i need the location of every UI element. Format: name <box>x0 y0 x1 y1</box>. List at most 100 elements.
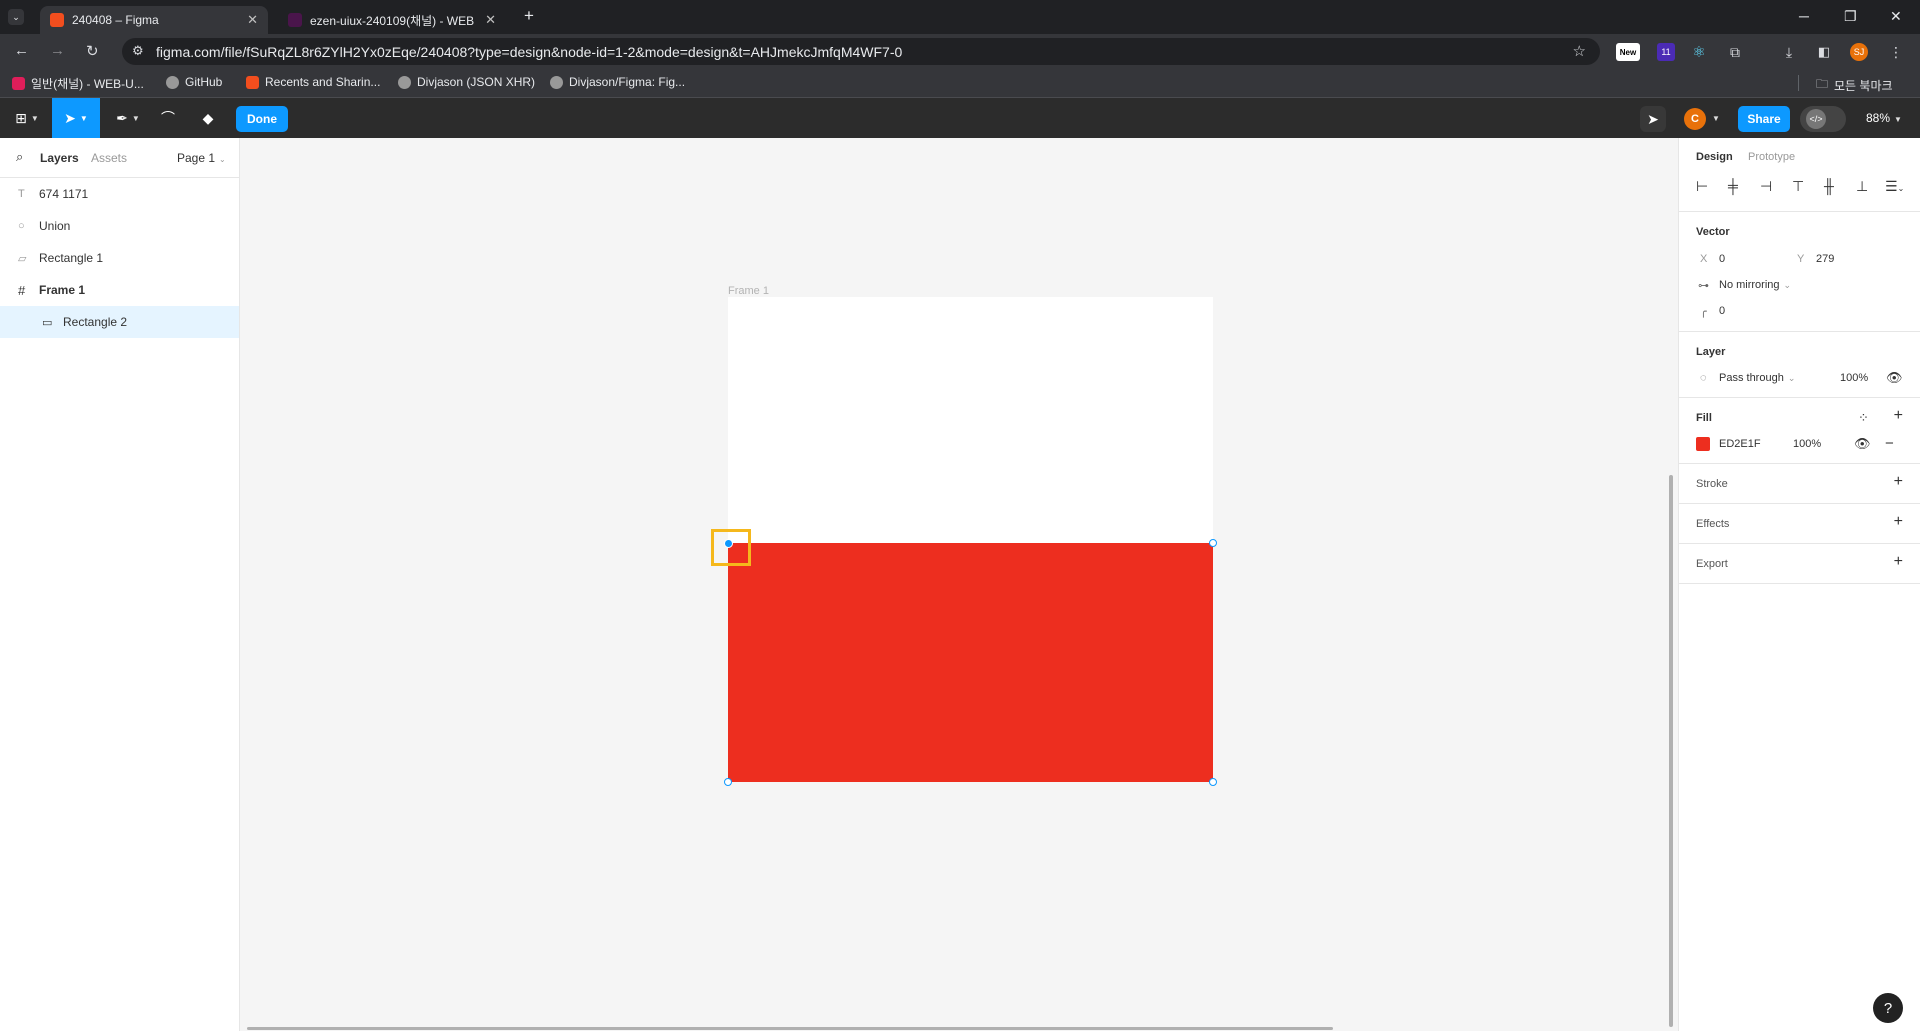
extensions-puzzle-icon[interactable]: ⧉ <box>1726 43 1744 61</box>
fill-hex-input[interactable]: ED2E1F <box>1719 438 1761 450</box>
main-menu-button[interactable]: ⊞ ▼ <box>10 98 44 138</box>
layer-row[interactable]: ○ Union <box>0 210 239 242</box>
minimize-icon[interactable]: ─ <box>1799 8 1809 24</box>
add-fill-icon[interactable]: + <box>1894 407 1903 425</box>
bookmark-item[interactable]: 일반(채널) - WEB-U... <box>12 75 144 92</box>
chevron-down-icon[interactable]: ▼ <box>1710 98 1722 138</box>
side-panel-icon[interactable]: ◧ <box>1815 43 1833 61</box>
mirroring-dropdown[interactable]: No mirroring ⌄ <box>1719 279 1791 291</box>
extension-new-icon[interactable]: New <box>1616 43 1640 61</box>
bookmark-item[interactable]: Recents and Sharin... <box>246 75 380 89</box>
mirroring-icon: ⊶ <box>1698 280 1709 292</box>
search-icon[interactable]: ⌕ <box>16 149 23 165</box>
bookmark-label: Recents and Sharin... <box>265 75 381 89</box>
tab-search-icon[interactable]: ⌄ <box>8 9 24 25</box>
horizontal-scrollbar[interactable] <box>247 1027 1333 1030</box>
alignment-row: ⊢ ╪ ⊣ ⊤ ╫ ⊥ ☰⌄ <box>1679 178 1920 212</box>
dev-mode-toggle[interactable]: </> <box>1800 106 1846 132</box>
chevron-down-icon: ▼ <box>131 113 140 123</box>
all-bookmarks-label: 모든 북마크 <box>1834 79 1893 93</box>
close-tab-icon[interactable]: ✕ <box>247 12 258 28</box>
align-right-icon[interactable]: ⊣ <box>1760 178 1772 195</box>
forward-icon[interactable]: → <box>50 42 65 59</box>
profile-avatar[interactable]: SJ <box>1850 43 1868 61</box>
bookmark-star-icon[interactable]: ☆ <box>1573 42 1586 60</box>
add-effect-icon[interactable]: + <box>1894 513 1903 531</box>
tab-design[interactable]: Design <box>1696 151 1733 163</box>
align-left-icon[interactable]: ⊢ <box>1696 178 1708 195</box>
x-input[interactable]: 0 <box>1719 253 1725 265</box>
tab-assets[interactable]: Assets <box>91 151 127 165</box>
restore-icon[interactable]: ❐ <box>1844 8 1857 25</box>
download-icon[interactable]: ⤓ <box>1780 43 1798 61</box>
back-icon[interactable]: ← <box>14 42 29 59</box>
align-center-h-icon[interactable]: ╪ <box>1728 178 1738 194</box>
fill-opacity-input[interactable]: 100% <box>1793 438 1821 450</box>
blend-mode-dropdown[interactable]: Pass through ⌄ <box>1719 372 1795 384</box>
browser-tab-bar: ⌄ 240408 – Figma ✕ ezen-uiux-240109(채널) … <box>0 0 1920 34</box>
y-input[interactable]: 279 <box>1816 253 1834 265</box>
all-bookmarks[interactable]: 🗀 모든 북마크 <box>1816 75 1893 96</box>
close-tab-icon[interactable]: ✕ <box>485 12 496 28</box>
style-grid-icon[interactable]: ⁘ <box>1858 410 1869 426</box>
align-bottom-icon[interactable]: ⊥ <box>1856 178 1868 195</box>
zoom-menu[interactable]: 88% ▼ <box>1866 111 1902 125</box>
layer-opacity-input[interactable]: 100% <box>1840 372 1868 384</box>
paint-bucket-button[interactable]: ◆ <box>196 98 220 138</box>
layer-row[interactable]: ▱ Rectangle 1 <box>0 242 239 274</box>
remove-fill-icon[interactable]: − <box>1885 435 1894 452</box>
resize-handle[interactable] <box>1209 778 1217 786</box>
distribute-icon[interactable]: ☰⌄ <box>1885 178 1904 195</box>
fill-color-swatch[interactable] <box>1696 437 1710 451</box>
collaborator-avatar[interactable]: C <box>1684 108 1706 130</box>
fill-section: Fill ⁘ + ED2E1F 100% 👁 − <box>1679 398 1920 464</box>
layer-row-selected[interactable]: ▭ Rectangle 2 <box>0 306 239 338</box>
extension-counter-icon[interactable]: 11 <box>1657 43 1675 61</box>
site-info-icon[interactable]: ⚙ <box>132 43 144 59</box>
resize-handle[interactable] <box>1209 539 1217 547</box>
vertical-scrollbar[interactable] <box>1669 475 1673 1027</box>
pen-tool-button[interactable]: ✒ ▼ <box>108 98 148 138</box>
bookmark-item[interactable]: Divjason (JSON XHR) <box>398 75 535 89</box>
vertex-point[interactable] <box>724 539 733 548</box>
eye-icon[interactable]: 👁 <box>1886 370 1903 386</box>
tab-layers[interactable]: Layers <box>40 151 79 165</box>
move-tool-button[interactable]: ➤ ▼ <box>52 98 100 138</box>
new-tab-icon[interactable]: + <box>524 6 534 26</box>
add-export-icon[interactable]: + <box>1894 553 1903 571</box>
close-window-icon[interactable]: ✕ <box>1890 8 1902 25</box>
rectangle-2-shape[interactable] <box>728 543 1213 782</box>
bookmark-item[interactable]: GitHub <box>166 75 222 89</box>
frame-label[interactable]: Frame 1 <box>728 285 769 297</box>
layer-row[interactable]: T 674 1171 <box>0 178 239 210</box>
bookmarks-bar: 일반(채널) - WEB-U... GitHub Recents and Sha… <box>0 68 1920 98</box>
bookmark-label: Divjason (JSON XHR) <box>417 75 536 89</box>
share-button[interactable]: Share <box>1738 106 1790 132</box>
layers-panel: ⌕ Layers Assets Page 1 ⌄ T 674 1171 ○ Uni… <box>0 138 240 1031</box>
export-section: Export + <box>1679 544 1920 584</box>
tab-slack[interactable]: ezen-uiux-240109(채널) - WEB ✕ <box>278 6 506 34</box>
page-selector[interactable]: Page 1 ⌄ <box>177 151 226 165</box>
layer-row[interactable]: # Frame 1 <box>0 274 239 306</box>
resize-handle[interactable] <box>724 778 732 786</box>
x-label: X <box>1700 253 1708 265</box>
figma-toolbar: ⊞ ▼ ➤ ▼ ✒ ▼ ⌒ ◆ Done ➤ C ▼ Share </> 88% ▼ <box>0 98 1920 138</box>
done-button[interactable]: Done <box>236 106 288 132</box>
help-button[interactable]: ? <box>1873 993 1903 1023</box>
browser-menu-icon[interactable]: ⋮ <box>1887 43 1905 61</box>
tab-figma[interactable]: 240408 – Figma ✕ <box>40 6 268 34</box>
corner-radius-input[interactable]: 0 <box>1719 305 1725 317</box>
bookmark-item[interactable]: Divjason/Figma: Fig... <box>550 75 685 89</box>
add-stroke-icon[interactable]: + <box>1894 473 1903 491</box>
vector-layer-icon: ▱ <box>18 252 27 265</box>
align-middle-v-icon[interactable]: ╫ <box>1824 178 1834 194</box>
layers-panel-header: ⌕ Layers Assets Page 1 ⌄ <box>0 138 239 178</box>
address-bar[interactable]: ⚙ figma.com/file/fSuRqZL8r6ZYlH2Yx0zEqe/… <box>122 38 1600 65</box>
bend-tool-button[interactable]: ⌒ <box>156 98 180 138</box>
reload-icon[interactable]: ↻ <box>86 42 99 60</box>
react-devtools-icon[interactable]: ⚛ <box>1690 43 1708 61</box>
align-top-icon[interactable]: ⊤ <box>1792 178 1804 195</box>
eye-icon[interactable]: 👁 <box>1854 436 1871 452</box>
present-cursor-button[interactable]: ➤ <box>1640 106 1666 132</box>
tab-prototype[interactable]: Prototype <box>1748 151 1795 163</box>
